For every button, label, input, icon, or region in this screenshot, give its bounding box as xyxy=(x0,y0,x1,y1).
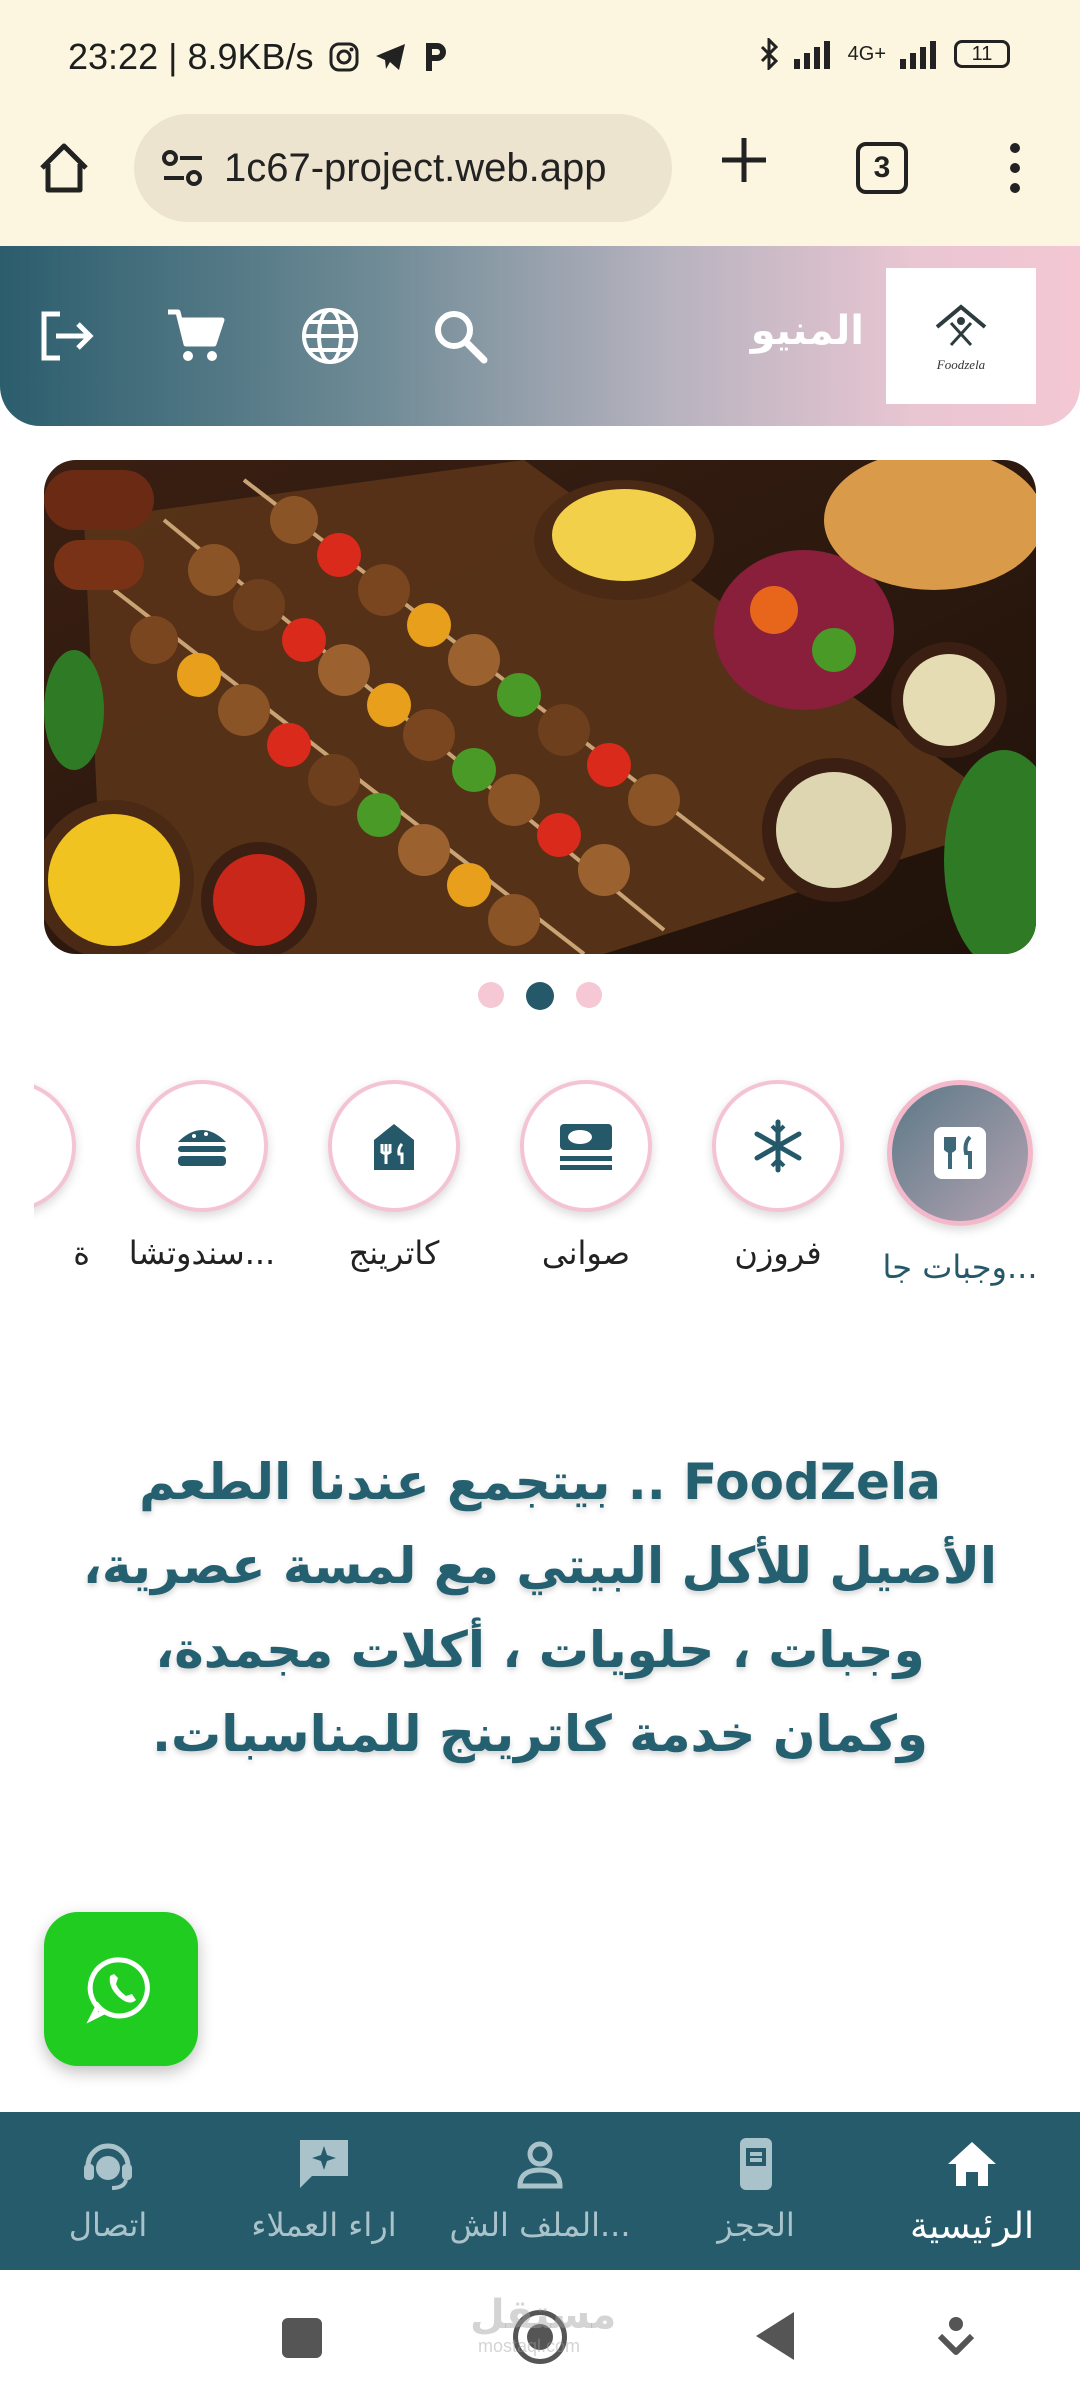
app-logo[interactable]: Foodzela xyxy=(886,268,1036,404)
nav-profile[interactable]: الملف الش... xyxy=(432,2134,648,2244)
category-label: سندوتشا... xyxy=(128,1234,276,1272)
nav-contact[interactable]: اتصال xyxy=(0,2134,216,2244)
menu-title[interactable]: المنيو xyxy=(751,308,864,354)
support-icon xyxy=(84,2143,132,2190)
snowflake-icon xyxy=(754,1119,802,1173)
logo-house-icon xyxy=(935,304,987,347)
network-type: 4G+ xyxy=(847,42,886,65)
signal-icon-2 xyxy=(900,41,936,69)
category-catering[interactable]: كاترينج xyxy=(314,1080,474,1272)
more-options-icon[interactable] xyxy=(1000,138,1030,198)
category-strip: وجبات جا... فروزن صوانى كاترينج سندوتشا.… xyxy=(34,1070,1046,1310)
bottom-navigation: الرئيسية الحجز الملف الش... اراء العملاء… xyxy=(0,2112,1080,2270)
tab-switcher-button[interactable]: 3 xyxy=(856,142,908,194)
tab-count: 3 xyxy=(873,151,891,184)
language-globe-icon[interactable] xyxy=(298,304,362,368)
nav-home[interactable]: الرئيسية xyxy=(864,2134,1080,2247)
booking-icon xyxy=(740,2138,772,2190)
nav-booking[interactable]: الحجز xyxy=(648,2134,864,2244)
carousel-dot[interactable] xyxy=(576,982,602,1008)
hero-carousel-image[interactable] xyxy=(44,460,1036,954)
status-bar: 23:22 | 8.9KB/s 4G+ 11 xyxy=(0,0,1080,110)
category-partial[interactable]: ة xyxy=(34,1080,90,1272)
category-label: صوانى xyxy=(541,1234,631,1272)
catering-icon xyxy=(374,1124,414,1170)
nav-label: الحجز xyxy=(717,2206,795,2244)
carousel-dot-active[interactable] xyxy=(526,982,554,1010)
cart-icon[interactable] xyxy=(164,304,228,368)
battery-icon: 11 xyxy=(954,40,1010,68)
new-tab-icon[interactable] xyxy=(716,132,772,188)
profile-icon xyxy=(517,2141,563,2189)
category-frozen[interactable]: فروزن xyxy=(698,1080,858,1272)
reviews-icon xyxy=(300,2140,348,2188)
browser-home-icon[interactable] xyxy=(34,138,94,198)
hide-keyboard-icon[interactable] xyxy=(934,2314,978,2358)
whatsapp-button[interactable] xyxy=(44,1912,198,2066)
search-icon[interactable] xyxy=(428,304,492,368)
category-sandwiches[interactable]: سندوتشا... xyxy=(122,1080,282,1272)
nav-label: اتصال xyxy=(68,2206,148,2244)
tray-icon xyxy=(560,1124,612,1170)
logout-icon[interactable] xyxy=(34,304,98,368)
carousel-indicator xyxy=(0,982,1080,1010)
url-text: 1c67-project.web.app xyxy=(224,145,607,190)
nav-label: الملف الش... xyxy=(449,2206,631,2244)
category-label: فروزن xyxy=(734,1234,822,1272)
nav-reviews[interactable]: اراء العملاء xyxy=(216,2134,432,2244)
whatsapp-icon xyxy=(86,1957,150,2024)
recents-button[interactable] xyxy=(282,2318,322,2358)
nav-label: اراء العملاء xyxy=(251,2206,397,2244)
category-label: ة xyxy=(73,1234,90,1272)
back-button[interactable] xyxy=(756,2312,794,2360)
home-icon xyxy=(948,2142,996,2186)
p-app-icon xyxy=(425,43,446,71)
category-meals[interactable]: وجبات جا... xyxy=(880,1080,1040,1286)
battery-level: 11 xyxy=(971,42,993,65)
carousel-dot[interactable] xyxy=(478,982,504,1008)
app-header: المنيو Foodzela xyxy=(0,246,1080,426)
watermark-arabic: مستقل xyxy=(470,2292,617,2338)
telegram-icon xyxy=(375,44,405,70)
signal-icon xyxy=(793,41,830,69)
watermark-latin: mostaql.com xyxy=(478,2336,581,2356)
bluetooth-icon xyxy=(760,38,778,70)
food-platter-illustration xyxy=(44,460,1036,954)
utensils-icon xyxy=(934,1127,986,1179)
status-time-speed: 23:22 | 8.9KB/s xyxy=(68,36,314,77)
instagram-icon xyxy=(329,42,359,72)
site-settings-icon[interactable] xyxy=(160,148,206,188)
nav-label: الرئيسية xyxy=(910,2206,1034,2247)
logo-text: Foodzela xyxy=(936,357,986,372)
category-label: كاترينج xyxy=(348,1234,440,1272)
category-label: وجبات جا... xyxy=(882,1248,1038,1286)
category-trays[interactable]: صوانى xyxy=(506,1080,666,1272)
url-bar[interactable]: 1c67-project.web.app xyxy=(134,114,672,222)
browser-toolbar: 1c67-project.web.app 3 xyxy=(0,110,1080,246)
about-tagline: FoodZela .. بيتجمع عندنا الطعم الأصيل لل… xyxy=(82,1453,998,1763)
burger-icon xyxy=(178,1130,226,1166)
